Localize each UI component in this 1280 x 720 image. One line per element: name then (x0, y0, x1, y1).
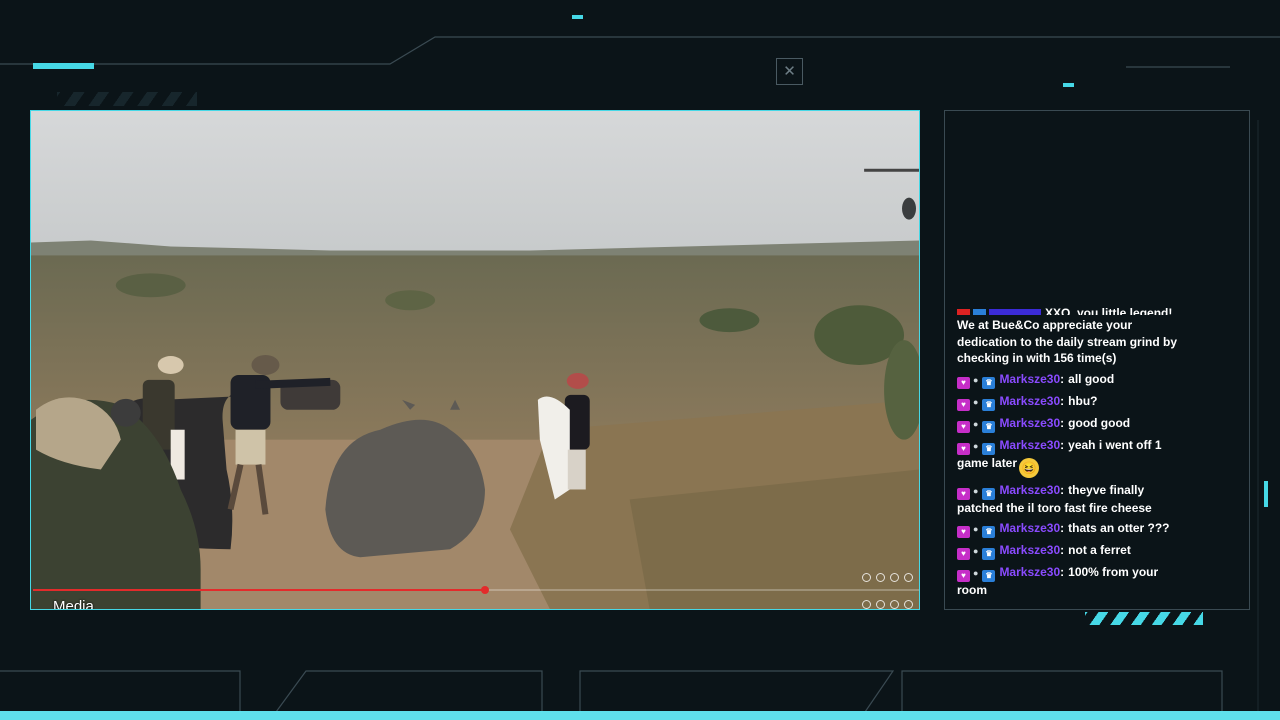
laughing-emoji-icon: 😆 (1019, 457, 1040, 478)
settings-icon[interactable] (862, 600, 871, 609)
fullscreen-icon[interactable] (904, 600, 913, 609)
crown-badge-icon: ♛ (982, 487, 996, 500)
dot-badge-icon: ● (973, 396, 979, 407)
chat-message: ♥ ● ♛ Marksze30: theyve finally patched the … (957, 482, 1189, 517)
video-progress-bar[interactable] (33, 586, 919, 594)
crown-badge-icon (973, 309, 986, 315)
chat-message-text: good good (1068, 415, 1131, 430)
crown-badge-icon: ♛ (982, 570, 996, 582)
heart-badge-icon: ♥ (957, 442, 970, 455)
bright-hatch-decoration (1085, 612, 1203, 625)
chat-username[interactable]: Marksze30 (999, 565, 1060, 579)
crown-badge-icon: ♛ (982, 526, 996, 538)
crown-badge-icon: ♛ (982, 376, 996, 389)
share-icon[interactable] (904, 573, 913, 582)
captions-icon[interactable] (876, 600, 885, 609)
chat-message-text: all good (1068, 371, 1115, 386)
crown-badge-icon: ♛ (982, 398, 996, 411)
chat-message-text: thats an otter ??? (1068, 521, 1170, 535)
dot-badge-icon: ● (973, 374, 979, 385)
comment-icon[interactable] (890, 573, 899, 582)
chat-username[interactable]: Marksze30 (999, 543, 1060, 557)
chat-separator: : (1060, 371, 1065, 386)
heart-badge-icon: ♥ (957, 570, 970, 582)
close-icon: ✕ (783, 63, 796, 80)
chat-separator: : (1060, 565, 1065, 579)
close-button[interactable]: ✕ (776, 58, 803, 85)
dot-badge-icon: ● (973, 546, 979, 556)
chat-username[interactable]: Marksze30 (999, 416, 1060, 430)
chat-panel: XXO, you little legend! We at Bue&Co app… (944, 110, 1250, 610)
top-tick-accent (572, 15, 583, 19)
dislike-icon[interactable] (876, 573, 885, 582)
chat-message-list: XXO, you little legend! We at Bue&Co app… (957, 306, 1189, 603)
chat-message: ♥ ● ♛ Marksze30: yeah i went off 1 game late… (957, 437, 1189, 478)
dot-badge-icon: ● (973, 485, 979, 496)
heart-badge-icon: ♥ (957, 420, 970, 433)
chat-message-text: hbu? (1068, 393, 1098, 408)
chat-message: ♥ ● ♛ Marksze30: hbu? (957, 393, 1189, 411)
heart-badge-icon: ♥ (957, 376, 970, 389)
chat-system-message: We at Bue&Co appreciate your dedication … (957, 317, 1189, 367)
chat-username[interactable]: Marksze30 (999, 483, 1060, 497)
chat-message: ♥ ● ♛ Marksze30: all good (957, 371, 1189, 389)
video-player[interactable]: Media (30, 110, 920, 610)
chat-message: ♥ ● ♛ Marksze30: 100% from your room (957, 564, 1189, 599)
theater-icon[interactable] (890, 600, 899, 609)
chat-message-text: XXO, you little legend! (1045, 306, 1173, 315)
dot-badge-icon: ● (973, 418, 979, 429)
chat-message-text: We at Bue&Co appreciate your dedication … (957, 318, 1178, 365)
heart-badge-icon: ♥ (957, 526, 970, 538)
badge-icon (957, 309, 970, 315)
video-control-icons (862, 600, 913, 609)
heart-badge-icon: ♥ (957, 548, 970, 560)
left-accent-bar (33, 63, 94, 69)
chat-separator: : (1060, 393, 1065, 408)
chat-username[interactable]: Marksze30 (999, 394, 1060, 408)
faint-hatch-decoration (57, 92, 197, 106)
crown-badge-icon: ♛ (982, 548, 996, 560)
dot-badge-icon: ● (973, 524, 979, 534)
chat-message-cutoff: XXO, you little legend! (957, 305, 1189, 315)
video-frame-image (31, 111, 919, 609)
heart-badge-icon: ♥ (957, 487, 970, 500)
crown-badge-icon: ♛ (982, 442, 996, 455)
bottom-accent-strip (0, 711, 1280, 720)
chat-message: ♥ ● ♛ Marksze30: not a ferret (957, 542, 1189, 560)
crown-badge-icon: ♛ (982, 420, 996, 433)
chat-separator: : (1060, 521, 1065, 535)
video-caption: Media (53, 598, 94, 610)
heart-badge-icon: ♥ (957, 398, 970, 411)
dot-badge-icon: ● (973, 440, 979, 451)
video-progress-scrubber[interactable] (480, 586, 489, 594)
chat-separator: : (1060, 437, 1065, 452)
right-edge-marker (1264, 481, 1268, 507)
username-bar (989, 309, 1041, 315)
chat-message: ♥ ● ♛ Marksze30: thats an otter ??? (957, 520, 1189, 538)
chat-message: ♥ ● ♛ Marksze30: good good (957, 415, 1189, 433)
chat-username[interactable]: Marksze30 (999, 521, 1060, 535)
stream-overlay: ✕ Media XXO, you little legend! We at Bu… (0, 0, 1280, 720)
chat-username[interactable]: Marksze30 (999, 372, 1060, 386)
chat-separator: : (1060, 543, 1065, 557)
right-tick-accent (1063, 83, 1074, 87)
video-reaction-icons (862, 573, 913, 582)
dot-badge-icon: ● (973, 568, 979, 578)
chat-separator: : (1060, 482, 1065, 497)
like-icon[interactable] (862, 573, 871, 582)
chat-separator: : (1060, 415, 1065, 430)
chat-message-text: not a ferret (1068, 543, 1131, 557)
chat-username[interactable]: Marksze30 (999, 438, 1060, 452)
video-progress-fill (33, 589, 485, 591)
